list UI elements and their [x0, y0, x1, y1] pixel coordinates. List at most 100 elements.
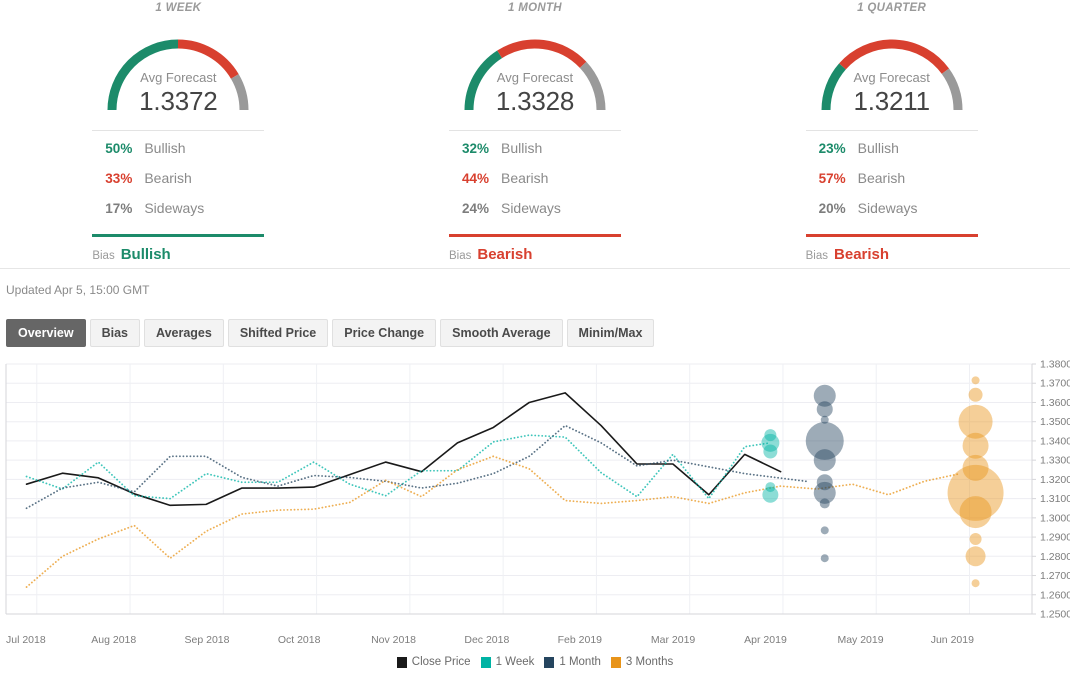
- forecast-bubble[interactable]: [968, 387, 983, 402]
- legend-item[interactable]: 1 Week: [480, 656, 535, 668]
- tab-shifted-price[interactable]: Shifted Price: [227, 319, 329, 347]
- gauge-arc-svg: [464, 39, 606, 111]
- bullish-label: Bullish: [857, 140, 899, 156]
- panel-title: 1 WEEK: [155, 2, 202, 14]
- bullish-percent: 32%: [461, 141, 489, 156]
- x-axis-tick: Sep 2018: [184, 634, 230, 646]
- bias-label: Bias: [92, 250, 115, 262]
- y-axis-tick: 1.3700: [1040, 378, 1070, 390]
- forecast-chart: 1.3800 1.3700 1.3600 1.3500 1.3400 1.3300 1.32…: [0, 358, 1070, 668]
- sideways-percent: 24%: [461, 201, 489, 216]
- bias-line: Bias Bearish: [449, 246, 621, 263]
- sentiment-row-bearish: 33% Bearish: [92, 170, 264, 200]
- bearish-percent: 57%: [818, 171, 846, 186]
- forecast-panels: 1 WEEK Avg Forecast 1.3372 50% Bullish 3…: [0, 0, 1070, 268]
- sideways-label: Sideways: [857, 200, 918, 216]
- panel-title: 1 QUARTER: [857, 2, 927, 14]
- bias-label: Bias: [805, 250, 829, 262]
- panel-body: 32% Bullish 44% Bearish 24% Sideways Bia…: [448, 130, 621, 263]
- bias-line: Bias Bullish: [92, 246, 264, 263]
- legend-item[interactable]: 3 Months: [610, 656, 674, 668]
- sentiment-row-bullish: 50% Bullish: [92, 140, 264, 170]
- forecast-bubble[interactable]: [763, 444, 778, 459]
- forecast-bubble[interactable]: [959, 496, 992, 529]
- forecast-bubble[interactable]: [813, 449, 836, 472]
- bearish-label: Bearish: [144, 170, 192, 186]
- y-axis-tick: 1.3100: [1040, 493, 1070, 505]
- bias-underline: [448, 234, 621, 237]
- y-axis-tick: 1.3600: [1040, 397, 1070, 409]
- forecast-bubble[interactable]: [971, 376, 980, 385]
- forecast-panel-1-quarter: 1 QUARTER Avg Forecast 1.3211 23% Bullis…: [713, 0, 1070, 268]
- sentiment-row-bearish: 57% Bearish: [806, 170, 978, 200]
- gauge-arc-svg: [107, 39, 249, 111]
- x-axis-tick: Oct 2018: [277, 634, 321, 646]
- bias-underline: [92, 234, 265, 237]
- y-axis-tick: 1.2500: [1040, 609, 1070, 621]
- forecast-bubble[interactable]: [819, 498, 830, 509]
- y-axis-tick: 1.3800: [1040, 359, 1070, 371]
- legend-label: 3 Months: [625, 656, 674, 668]
- forecast-bubble[interactable]: [969, 533, 982, 545]
- divider: [805, 130, 978, 131]
- y-axis-tick: 1.2800: [1040, 551, 1070, 563]
- legend-item[interactable]: 1 Month: [544, 656, 601, 668]
- y-axis-tick: 1.3000: [1040, 512, 1070, 524]
- forecast-bubble[interactable]: [762, 486, 779, 503]
- bearish-label: Bearish: [857, 170, 906, 186]
- bias-line: Bias Bearish: [806, 246, 978, 263]
- y-axis-tick: 1.2900: [1040, 532, 1070, 544]
- gauge-1-week: Avg Forecast 1.3372: [0, 18, 357, 120]
- bullish-label: Bullish: [144, 140, 186, 156]
- tab-bias[interactable]: Bias: [89, 319, 140, 347]
- bias-value: Bearish: [834, 246, 890, 263]
- y-axis-tick: 1.2600: [1040, 589, 1070, 601]
- divider: [92, 130, 265, 131]
- x-axis-tick: Nov 2018: [371, 634, 417, 646]
- forecast-panel-1-month: 1 MONTH Avg Forecast 1.3328 32% Bullish …: [357, 0, 714, 268]
- x-axis-tick: Jul 2018: [6, 634, 46, 646]
- tab-averages[interactable]: Averages: [144, 319, 224, 347]
- legend-label: 1 Month: [559, 656, 601, 668]
- tab-price-change[interactable]: Price Change: [332, 319, 437, 347]
- tab-smooth-average[interactable]: Smooth Average: [440, 319, 563, 347]
- panel-body: 23% Bullish 57% Bearish 20% Sideways Bia…: [805, 130, 978, 263]
- y-axis-tick: 1.3200: [1040, 474, 1070, 486]
- sideways-label: Sideways: [144, 200, 205, 216]
- forecast-bubble[interactable]: [962, 432, 989, 459]
- x-axis-tick: Aug 2018: [91, 634, 137, 646]
- bullish-label: Bullish: [500, 140, 543, 156]
- tab-overview[interactable]: Overview: [6, 319, 86, 347]
- chart-tabs: Overview Bias Averages Shifted Price Price C…: [0, 297, 1070, 347]
- updated-timestamp: Updated Apr 5, 15:00 GMT: [6, 283, 150, 297]
- forecast-bubble[interactable]: [971, 579, 980, 588]
- sentiment-row-bearish: 44% Bearish: [449, 170, 621, 200]
- chart-legend: Close Price 1 Week 1 Month 3 Months: [0, 656, 1070, 668]
- forecast-bubble[interactable]: [820, 554, 829, 563]
- x-axis-tick: Feb 2019: [557, 634, 602, 646]
- legend-label: Close Price: [411, 656, 471, 668]
- sideways-percent: 20%: [818, 201, 846, 216]
- x-axis-tick: Dec 2018: [464, 634, 510, 646]
- forecast-panel-1-week: 1 WEEK Avg Forecast 1.3372 50% Bullish 3…: [0, 0, 357, 268]
- panel-title: 1 MONTH: [508, 2, 562, 14]
- y-axis-tick: 1.2700: [1040, 570, 1070, 582]
- bearish-percent: 44%: [461, 171, 489, 186]
- legend-item[interactable]: Close Price: [396, 656, 471, 668]
- series-line-close-price: [25, 392, 782, 507]
- bias-value: Bullish: [120, 246, 171, 263]
- sentiment-row-sideways: 24% Sideways: [449, 200, 621, 230]
- sentiment-row-bullish: 32% Bullish: [449, 140, 621, 170]
- bias-label: Bias: [448, 250, 472, 262]
- bearish-percent: 33%: [105, 171, 133, 186]
- forecast-bubble[interactable]: [816, 401, 833, 418]
- forecast-bubble[interactable]: [820, 526, 829, 535]
- legend-label: 1 Week: [495, 656, 535, 668]
- forecast-bubble[interactable]: [965, 546, 986, 567]
- tab-minim-max[interactable]: Minim/Max: [566, 319, 655, 347]
- y-axis-tick: 1.3300: [1040, 455, 1070, 467]
- legend-swatch-icon: [610, 656, 621, 668]
- sentiment-row-sideways: 17% Sideways: [92, 200, 264, 230]
- legend-swatch-icon: [480, 656, 491, 668]
- y-axis-tick: 1.3500: [1040, 416, 1070, 428]
